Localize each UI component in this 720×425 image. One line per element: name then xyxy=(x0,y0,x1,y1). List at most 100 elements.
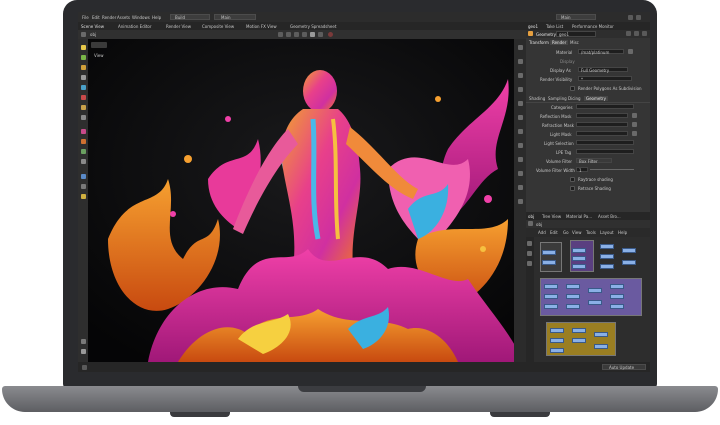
node[interactable] xyxy=(610,294,624,299)
tool-icon-3[interactable] xyxy=(294,32,299,37)
menu-render[interactable]: Render xyxy=(102,15,116,20)
node[interactable] xyxy=(572,248,586,253)
retrace-shading-checkbox[interactable] xyxy=(570,186,575,191)
node-name-field[interactable]: geo1 xyxy=(556,31,596,37)
select-tool-icon[interactable] xyxy=(81,45,86,50)
flipbook-icon[interactable] xyxy=(518,185,523,190)
menu-assets[interactable]: Assets xyxy=(117,15,130,20)
window-min-icon[interactable] xyxy=(628,15,633,20)
light-mask-picker-icon[interactable] xyxy=(632,131,637,136)
node[interactable] xyxy=(566,284,580,289)
tab-obj[interactable]: obj xyxy=(528,214,534,219)
material-field[interactable]: /mat/platinum xyxy=(578,49,624,55)
volume-filter-select[interactable]: Box Filter xyxy=(576,158,612,164)
tool-icon-2[interactable] xyxy=(286,32,291,37)
points-icon[interactable] xyxy=(518,101,523,106)
net-back-icon[interactable] xyxy=(528,221,533,226)
net-menu-layout[interactable]: Layout xyxy=(600,230,614,235)
visibility-icon[interactable] xyxy=(518,199,523,204)
node[interactable] xyxy=(544,304,558,309)
tab-take-list[interactable]: Take List xyxy=(546,24,563,29)
material-picker-icon[interactable] xyxy=(628,49,633,54)
node[interactable] xyxy=(610,284,624,289)
tab-render-view[interactable]: Render View xyxy=(166,24,191,29)
lpe-tag-field[interactable] xyxy=(576,149,634,154)
menu-edit[interactable]: Edit xyxy=(92,15,100,20)
net-menu-edit[interactable]: Edit xyxy=(550,230,558,235)
volume-filter-width-slider[interactable] xyxy=(590,169,634,170)
refraction-mask-picker-icon[interactable] xyxy=(632,122,637,127)
volume-filter-width-field[interactable]: 1 xyxy=(576,167,588,173)
display-icon[interactable] xyxy=(81,159,86,164)
tool-icon-4[interactable] xyxy=(302,32,307,37)
tab-animation-editor[interactable]: Animation Editor xyxy=(118,24,152,29)
move-tool-icon[interactable] xyxy=(81,55,86,60)
tool-icon-1[interactable] xyxy=(278,32,283,37)
tab-misc[interactable]: Misc xyxy=(570,40,579,45)
render-polygons-checkbox[interactable] xyxy=(570,86,575,91)
node[interactable] xyxy=(572,338,586,343)
tab-scene-view[interactable]: Scene View xyxy=(81,24,104,29)
lighting-icon[interactable] xyxy=(81,174,86,179)
display-as-select[interactable]: Full Geometry xyxy=(578,67,628,73)
net-tool-icon-1[interactable] xyxy=(527,241,532,246)
node[interactable] xyxy=(550,328,564,333)
node[interactable] xyxy=(588,300,602,305)
categories-field[interactable] xyxy=(576,104,634,109)
help-icon[interactable] xyxy=(626,31,631,36)
tab-render[interactable]: Render xyxy=(550,40,569,45)
light-selection-field[interactable] xyxy=(576,140,634,145)
display-options-icon[interactable] xyxy=(518,45,523,50)
desktop-selector[interactable]: Build xyxy=(170,14,210,20)
node[interactable] xyxy=(572,328,586,333)
bounds-icon[interactable] xyxy=(518,129,523,134)
reflection-mask-picker-icon[interactable] xyxy=(632,113,637,118)
camera-lock-icon[interactable] xyxy=(518,171,523,176)
node[interactable] xyxy=(622,248,636,253)
snapshot-icon[interactable] xyxy=(518,157,523,162)
reflection-mask-field[interactable] xyxy=(576,113,628,118)
node[interactable] xyxy=(544,284,558,289)
view-tool-icon[interactable] xyxy=(81,115,86,120)
light-mask-field[interactable] xyxy=(576,131,628,136)
node[interactable] xyxy=(566,294,580,299)
node[interactable] xyxy=(572,264,586,269)
node[interactable] xyxy=(594,344,608,349)
tab-geometry-spreadsheet[interactable]: Geometry Spreadsheet xyxy=(290,24,336,29)
info-icon[interactable] xyxy=(642,31,647,36)
settings-icon[interactable] xyxy=(81,339,86,344)
node[interactable] xyxy=(572,256,586,261)
net-tool-icon-2[interactable] xyxy=(527,251,532,256)
net-menu-add[interactable]: Add xyxy=(538,230,546,235)
render-icon[interactable] xyxy=(81,194,86,199)
node[interactable] xyxy=(600,244,614,249)
node[interactable] xyxy=(544,294,558,299)
node[interactable] xyxy=(550,348,564,353)
net-menu-view[interactable]: View xyxy=(572,230,582,235)
node[interactable] xyxy=(594,332,608,337)
gear-icon[interactable] xyxy=(634,31,639,36)
net-tool-icon-3[interactable] xyxy=(527,261,532,266)
node[interactable] xyxy=(588,288,602,293)
normals-icon[interactable] xyxy=(518,115,523,120)
tab-performance-monitor[interactable]: Performance Monitor xyxy=(572,24,614,29)
shaded-icon[interactable] xyxy=(518,87,523,92)
auto-update-select[interactable]: Auto Update xyxy=(602,364,646,370)
camera-icon[interactable] xyxy=(310,32,315,37)
grid-toggle-icon[interactable] xyxy=(518,143,523,148)
tab-motion-fx-view[interactable]: Motion FX View xyxy=(246,24,277,29)
tab-tree-view[interactable]: Tree View xyxy=(542,214,561,219)
tab-sampling[interactable]: Sampling xyxy=(548,96,567,101)
network-box-gray[interactable] xyxy=(540,242,562,272)
node[interactable] xyxy=(600,264,614,269)
brush-tool-icon[interactable] xyxy=(81,105,86,110)
info-icon[interactable] xyxy=(81,349,86,354)
net-menu-go[interactable]: Go xyxy=(563,230,569,235)
viewport[interactable]: View xyxy=(88,39,524,362)
shading-icon[interactable] xyxy=(81,184,86,189)
raytrace-shading-checkbox[interactable] xyxy=(570,177,575,182)
window-close-icon[interactable] xyxy=(636,15,641,20)
wireframe-icon[interactable] xyxy=(518,73,523,78)
node[interactable] xyxy=(566,304,580,309)
node[interactable] xyxy=(542,250,556,255)
